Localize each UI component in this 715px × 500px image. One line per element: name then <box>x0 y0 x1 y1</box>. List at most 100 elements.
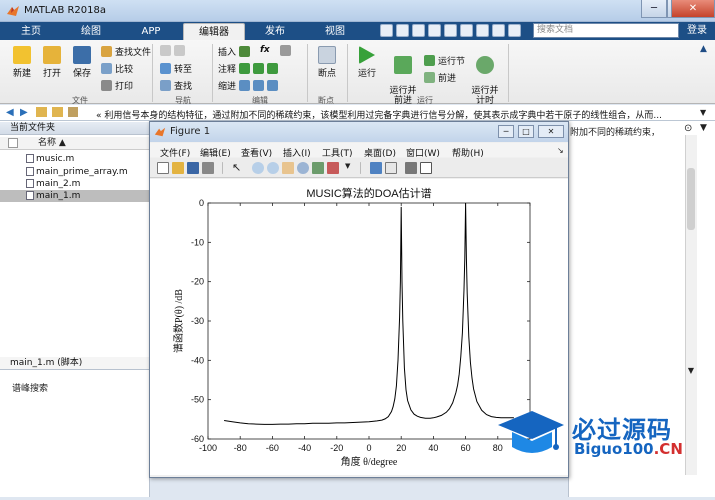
zoom-in-icon[interactable] <box>252 162 264 174</box>
figure-close-icon[interactable]: ✕ <box>538 125 564 138</box>
breakpoints-button[interactable]: 断点 <box>312 46 342 79</box>
hide-plot-tools-icon[interactable] <box>405 162 417 174</box>
tab-editor[interactable]: 编辑器 <box>183 23 245 40</box>
new-figure-icon[interactable] <box>157 162 169 174</box>
find-files-button[interactable]: 查找文件 <box>101 45 151 58</box>
indent-button[interactable]: 缩进 <box>218 79 279 92</box>
insert-menu-icon <box>280 45 291 56</box>
tab-apps[interactable]: APP <box>130 23 172 40</box>
quick-cut-icon[interactable] <box>396 24 409 37</box>
data-cursor-icon[interactable] <box>312 162 324 174</box>
path-root-icon[interactable] <box>68 107 78 117</box>
minimize-icon[interactable]: ─ <box>641 0 667 18</box>
wrap-comment-icon <box>267 63 279 74</box>
run-section-button[interactable]: 运行节 <box>424 54 465 67</box>
fx-button[interactable]: fx <box>260 45 270 55</box>
insert-menu-button[interactable] <box>280 45 291 56</box>
figure-maximize-icon[interactable]: □ <box>518 125 534 138</box>
run-button[interactable]: 运行 <box>353 46 381 79</box>
quick-layout-icon[interactable] <box>492 24 505 37</box>
run-and-time-button[interactable]: 运行并 计时 <box>468 46 502 106</box>
advance-icon <box>424 72 435 83</box>
current-path[interactable]: « 利用信号本身的结构特征，通过附加不同的稀疏约束，该模型利用过完备字典进行信号… <box>96 108 686 121</box>
details-body: 谱峰搜索 <box>12 384 49 394</box>
compare-button[interactable]: 比较 <box>101 62 133 75</box>
new-file-icon <box>13 46 31 64</box>
save-figure-icon[interactable] <box>187 162 199 174</box>
x-tick-label: -40 <box>298 443 311 453</box>
browse-folder-icon[interactable] <box>52 107 63 117</box>
file-item-main-prime-array[interactable]: main_prime_array.m <box>0 166 150 178</box>
insert-button[interactable]: 插入 <box>218 45 251 58</box>
dock-arrow-icon[interactable]: ↘ <box>557 146 564 155</box>
ribbon-collapse-icon[interactable]: ▲ <box>700 44 707 54</box>
quick-save-icon[interactable] <box>380 24 393 37</box>
tab-publish[interactable]: 发布 <box>252 23 298 40</box>
back-arrow-icon[interactable]: ◀ <box>6 107 14 118</box>
help-icon[interactable] <box>508 24 521 37</box>
print-button[interactable]: 打印 <box>101 79 133 92</box>
close-icon[interactable]: ✕ <box>671 0 715 18</box>
panel-collapse-icon[interactable]: ▼ <box>700 123 707 133</box>
m-file-icon <box>26 179 34 188</box>
file-item-main-2[interactable]: main_2.m <box>0 178 150 190</box>
quick-copy-icon[interactable] <box>412 24 425 37</box>
rotate-3d-icon[interactable] <box>297 162 309 174</box>
figure-logo-icon <box>154 127 166 137</box>
open-file-icon[interactable] <box>172 162 184 174</box>
find-button[interactable]: 查找 <box>160 79 192 92</box>
group-divider <box>347 44 348 102</box>
scroll-down-icon[interactable]: ▼ <box>684 366 698 376</box>
details-title: main_1.m (脚本) <box>0 357 150 370</box>
colorbar-icon[interactable] <box>370 162 382 174</box>
goto-button[interactable]: 转至 <box>160 62 192 75</box>
print-figure-icon[interactable] <box>202 162 214 174</box>
smart-indent-icon <box>239 80 251 91</box>
open-button[interactable]: 打开 <box>38 46 66 79</box>
panel-options-icon[interactable]: ⊙ <box>684 123 692 134</box>
m-file-icon <box>26 154 34 163</box>
y-tick-label: -20 <box>191 277 204 287</box>
editor-text-fragment: 附加不同的稀疏约束， <box>570 128 661 138</box>
pointer-arrow-icon[interactable]: ↖ <box>232 162 244 174</box>
chart-axes: -100-80-60-40-200204060801000-10-20-30-4… <box>191 198 538 453</box>
figure-minimize-icon[interactable]: ─ <box>498 125 514 138</box>
chart-title: MUSIC算法的DOA估计谱 <box>306 186 431 200</box>
comment-button[interactable]: 注释 <box>218 62 279 75</box>
legend-icon[interactable] <box>385 162 397 174</box>
advance-button[interactable]: 前进 <box>424 71 456 84</box>
uncomment-icon <box>253 63 265 74</box>
quick-redo-icon[interactable] <box>460 24 473 37</box>
login-button[interactable]: 登录 <box>682 23 712 38</box>
file-item-music[interactable]: music.m <box>0 153 150 165</box>
tab-home[interactable]: 主页 <box>10 23 52 40</box>
pan-hand-icon[interactable] <box>282 162 294 174</box>
scrollbar-thumb[interactable] <box>687 168 695 230</box>
toolbar-separator <box>222 162 223 174</box>
print-icon <box>101 80 112 91</box>
toolbar-separator <box>360 162 361 174</box>
show-plot-tools-icon[interactable] <box>420 162 432 174</box>
search-input[interactable]: 搜索文档 <box>533 23 679 38</box>
quick-undo-icon[interactable] <box>444 24 457 37</box>
quick-switch-icon[interactable] <box>476 24 489 37</box>
up-folder-icon[interactable] <box>36 107 47 117</box>
name-column-header[interactable]: 名称 ▲ <box>0 137 150 150</box>
path-dropdown-icon[interactable]: ▼ <box>700 108 706 117</box>
tab-plots[interactable]: 绘图 <box>70 23 112 40</box>
select-all-checkbox[interactable] <box>8 138 18 148</box>
y-tick-label: 0 <box>199 198 204 208</box>
brush-dropdown-icon[interactable]: ▼ <box>345 162 357 174</box>
save-button[interactable]: 保存 <box>68 46 96 79</box>
nav-back-forward[interactable] <box>160 45 185 56</box>
run-time-icon <box>476 56 494 74</box>
window-title: MATLAB R2018a <box>24 5 107 16</box>
insert-icon <box>239 46 251 57</box>
forward-arrow-icon[interactable]: ▶ <box>20 107 28 118</box>
new-button[interactable]: 新建 <box>8 46 36 79</box>
file-item-main-1[interactable]: main_1.m <box>0 190 150 202</box>
tab-view[interactable]: 视图 <box>312 23 358 40</box>
quick-paste-icon[interactable] <box>428 24 441 37</box>
brush-icon[interactable] <box>327 162 339 174</box>
zoom-out-icon[interactable] <box>267 162 279 174</box>
